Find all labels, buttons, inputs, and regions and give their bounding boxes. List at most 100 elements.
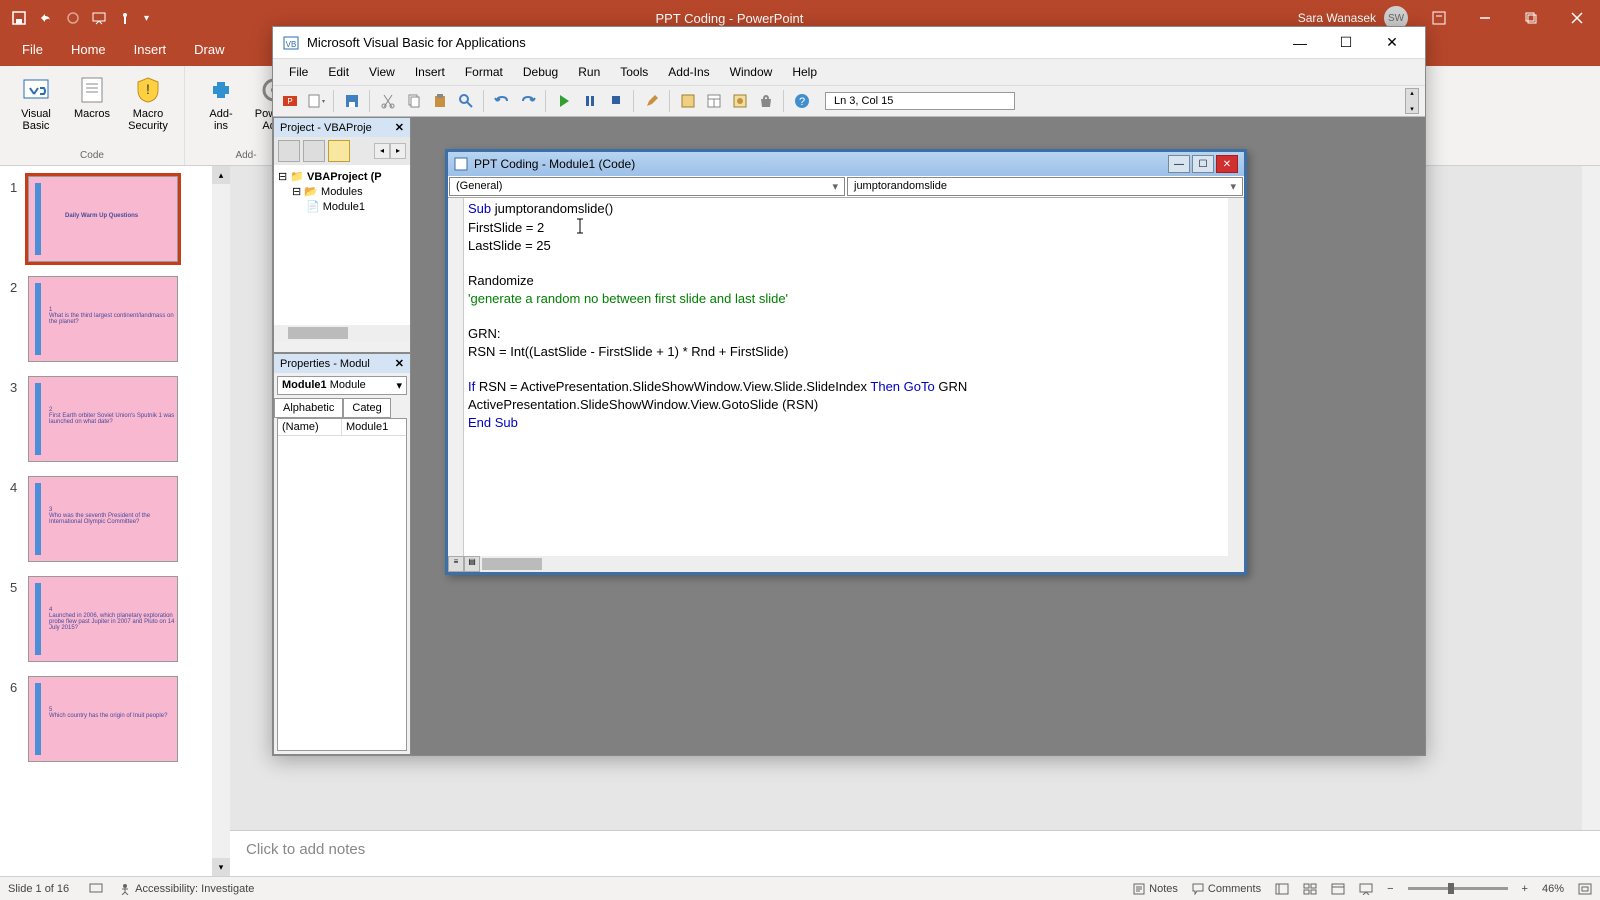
- view-powerpoint-icon[interactable]: P: [279, 90, 301, 112]
- prop-name-value[interactable]: Module1: [342, 419, 392, 435]
- tree-module1[interactable]: 📄 Module1: [278, 199, 406, 214]
- slide-thumbnail-3[interactable]: 2 First Earth orbiter Soviet Union's Spu…: [28, 376, 178, 462]
- slide-sorter-icon[interactable]: [1303, 883, 1317, 895]
- help-icon[interactable]: ?: [791, 90, 813, 112]
- code-object-dropdown[interactable]: (General)▾: [449, 177, 845, 196]
- break-icon[interactable]: [579, 90, 601, 112]
- slide-thumbnails-pane[interactable]: 1Daily Warm Up Questions 21 What is the …: [0, 166, 230, 876]
- maximize-icon[interactable]: [1508, 0, 1554, 36]
- slide-thumbnail-1[interactable]: Daily Warm Up Questions: [28, 176, 178, 262]
- normal-view-icon[interactable]: [1275, 883, 1289, 895]
- code-close-icon[interactable]: ✕: [1216, 155, 1238, 173]
- project-tree-hscroll[interactable]: [274, 325, 410, 341]
- vba-menu-format[interactable]: Format: [455, 62, 513, 82]
- view-code-icon[interactable]: [278, 140, 300, 162]
- properties-object-combo[interactable]: Module1 Module ▾: [277, 376, 407, 395]
- code-window-titlebar[interactable]: PPT Coding - Module1 (Code) — ☐ ✕: [448, 152, 1244, 176]
- vba-close-icon[interactable]: ✕: [1369, 28, 1415, 58]
- notes-pane[interactable]: Click to add notes: [230, 830, 1600, 876]
- vba-menu-edit[interactable]: Edit: [318, 62, 359, 82]
- reset-icon[interactable]: [605, 90, 627, 112]
- slide-thumbnail-6[interactable]: 5 Which country has the origin of Inuit …: [28, 676, 178, 762]
- vba-menu-window[interactable]: Window: [720, 62, 783, 82]
- code-procedure-dropdown[interactable]: jumptorandomslide▾: [847, 177, 1243, 196]
- tab-draw[interactable]: Draw: [180, 36, 238, 66]
- customize-qat-icon[interactable]: ▾: [144, 13, 149, 24]
- object-browser-icon[interactable]: [729, 90, 751, 112]
- vba-titlebar[interactable]: VB Microsoft Visual Basic for Applicatio…: [273, 27, 1425, 59]
- present-icon[interactable]: [92, 11, 106, 25]
- redo-icon[interactable]: [517, 90, 539, 112]
- accessibility-button[interactable]: Accessibility: Investigate: [119, 883, 254, 895]
- code-hscroll[interactable]: [480, 556, 1244, 572]
- toggle-folders-icon[interactable]: [328, 140, 350, 162]
- properties-window-icon[interactable]: [703, 90, 725, 112]
- slide-thumbnail-2[interactable]: 1 What is the third largest continent/la…: [28, 276, 178, 362]
- macros-button[interactable]: Macros: [64, 70, 120, 136]
- code-maximize-icon[interactable]: ☐: [1192, 155, 1214, 173]
- touch-icon[interactable]: [118, 11, 132, 25]
- code-editor[interactable]: Sub jumptorandomslide() FirstSlide = 2 L…: [464, 198, 1228, 556]
- slide-thumbnail-4[interactable]: 3 Who was the seventh President of the I…: [28, 476, 178, 562]
- tree-modules-folder[interactable]: ⊟ 📂 Modules: [278, 184, 406, 199]
- design-mode-icon[interactable]: [641, 90, 663, 112]
- zoom-level[interactable]: 46%: [1542, 883, 1564, 895]
- vba-maximize-icon[interactable]: ☐: [1323, 28, 1369, 58]
- project-panel-close-icon[interactable]: ✕: [395, 121, 404, 134]
- run-icon[interactable]: [553, 90, 575, 112]
- vba-menu-addins[interactable]: Add-Ins: [658, 62, 719, 82]
- save-icon[interactable]: [341, 90, 363, 112]
- undo-icon[interactable]: [491, 90, 513, 112]
- vba-menu-debug[interactable]: Debug: [513, 62, 568, 82]
- project-hscroll-buttons[interactable]: ◂▸: [374, 143, 406, 159]
- view-object-icon[interactable]: [303, 140, 325, 162]
- project-tree[interactable]: ⊟ 📁 VBAProject (P ⊟ 📂 Modules 📄 Module1: [274, 165, 410, 325]
- canvas-scrollbar[interactable]: [1582, 166, 1600, 876]
- slide-thumbnail-5[interactable]: 4 Launched in 2006, which planetary expl…: [28, 576, 178, 662]
- thumbnail-scrollbar[interactable]: ▴▾: [212, 166, 230, 876]
- properties-panel-titlebar[interactable]: Properties - Modul ✕: [274, 354, 410, 373]
- redo-icon[interactable]: [66, 11, 80, 25]
- cut-icon[interactable]: [377, 90, 399, 112]
- zoom-slider[interactable]: [1408, 887, 1508, 890]
- comments-button[interactable]: Comments: [1192, 883, 1261, 895]
- find-icon[interactable]: [455, 90, 477, 112]
- vba-menu-tools[interactable]: Tools: [610, 62, 658, 82]
- vba-minimize-icon[interactable]: —: [1277, 28, 1323, 58]
- toolbar-overflow-icon[interactable]: ▴▾: [1405, 88, 1419, 114]
- notes-button[interactable]: Notes: [1133, 883, 1178, 895]
- addins-button[interactable]: Add- ins: [193, 70, 249, 136]
- zoom-in-icon[interactable]: +: [1522, 883, 1528, 895]
- save-icon[interactable]: [12, 11, 26, 25]
- props-tab-categorized[interactable]: Categ: [343, 398, 390, 418]
- tab-insert[interactable]: Insert: [120, 36, 181, 66]
- vba-menu-view[interactable]: View: [359, 62, 405, 82]
- code-vscroll[interactable]: [1228, 198, 1244, 556]
- project-panel-titlebar[interactable]: Project - VBAProje ✕: [274, 118, 410, 137]
- slide-counter[interactable]: Slide 1 of 16: [8, 883, 69, 895]
- project-explorer-icon[interactable]: [677, 90, 699, 112]
- insert-dropdown-icon[interactable]: [305, 90, 327, 112]
- paste-icon[interactable]: [429, 90, 451, 112]
- close-icon[interactable]: [1554, 0, 1600, 36]
- toolbox-icon[interactable]: [755, 90, 777, 112]
- display-settings-icon[interactable]: [89, 883, 103, 895]
- undo-icon[interactable]: [38, 11, 54, 25]
- zoom-out-icon[interactable]: −: [1387, 883, 1393, 895]
- visual-basic-button[interactable]: Visual Basic: [8, 70, 64, 136]
- copy-icon[interactable]: [403, 90, 425, 112]
- vba-menu-file[interactable]: File: [279, 62, 318, 82]
- tab-file[interactable]: File: [8, 36, 57, 66]
- fit-to-window-icon[interactable]: [1578, 883, 1592, 895]
- tree-root[interactable]: ⊟ 📁 VBAProject (P: [278, 169, 406, 184]
- code-minimize-icon[interactable]: —: [1168, 155, 1190, 173]
- slideshow-icon[interactable]: [1359, 883, 1373, 895]
- props-tab-alphabetic[interactable]: Alphabetic: [274, 398, 343, 418]
- tab-home[interactable]: Home: [57, 36, 120, 66]
- properties-grid[interactable]: (Name) Module1: [277, 418, 407, 751]
- macro-security-button[interactable]: ! Macro Security: [120, 70, 176, 136]
- reading-view-icon[interactable]: [1331, 883, 1345, 895]
- minimize-icon[interactable]: [1462, 0, 1508, 36]
- procedure-view-icon[interactable]: ≡: [448, 556, 464, 572]
- full-module-view-icon[interactable]: ▤: [464, 556, 480, 572]
